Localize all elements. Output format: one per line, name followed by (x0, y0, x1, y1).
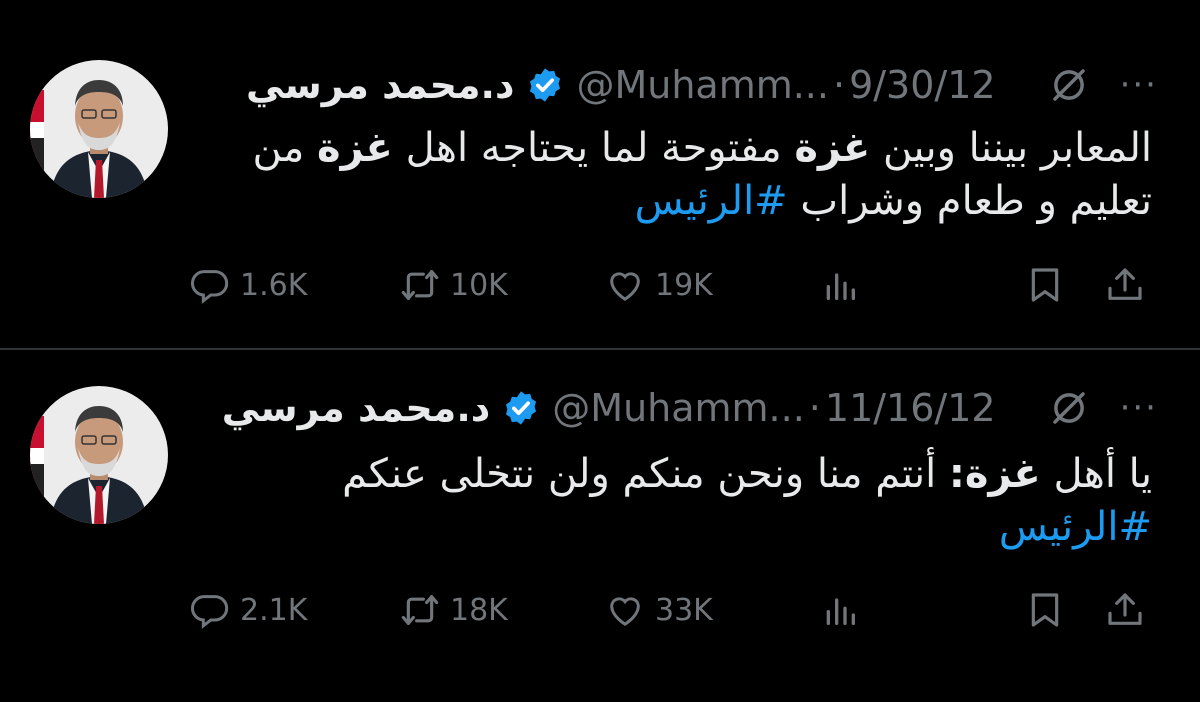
tweet-date[interactable]: 9/30/12 (849, 63, 996, 107)
author-name[interactable]: د.محمد مرسي (222, 386, 491, 430)
tweet-text: المعابر بيننا وبين غزة مفتوحة لما يحتاجه… (205, 122, 1152, 228)
views-button[interactable] (820, 585, 860, 635)
tweet-date[interactable]: 11/16/12 (825, 386, 996, 430)
separator-dot: · (808, 386, 821, 430)
like-count: 19K (655, 267, 713, 303)
share-icon (1105, 265, 1145, 305)
text-bold: غزة: (948, 451, 1041, 497)
grok-icon[interactable] (1048, 64, 1090, 106)
verified-badge-icon (526, 66, 564, 104)
reply-button[interactable]: 2.1K (190, 585, 307, 635)
tweet-1[interactable]: د.محمد مرسي @Muhamm... · 9/30/12 ··· الم… (0, 0, 1200, 348)
text-segment: تعليم و طعام وشراب (787, 178, 1152, 224)
reply-icon (190, 590, 230, 630)
retweet-icon (400, 265, 440, 305)
retweet-count: 10K (450, 267, 508, 303)
tweet-header: د.محمد مرسي @Muhamm... · 9/30/12 ··· (236, 60, 1158, 110)
more-icon[interactable]: ··· (1120, 65, 1158, 105)
author-handle[interactable]: @Muhamm... (552, 386, 805, 430)
text-bold: غزة (317, 125, 393, 171)
text-segment: من (252, 125, 318, 171)
action-bar: 2.1K 18K 33K (190, 585, 1170, 635)
tweet-text: يا أهل غزة: أنتم منا ونحن منكم ولن نتخلى… (205, 448, 1152, 554)
text-segment: مفتوحة لما يحتاجه اهل (392, 125, 795, 171)
like-icon (605, 590, 645, 630)
tweet-2[interactable]: د.محمد مرسي @Muhamm... · 11/16/12 ··· يا… (0, 350, 1200, 702)
views-button[interactable] (820, 260, 860, 310)
text-segment: أنتم منا ونحن منكم ولن نتخلى عنكم (342, 451, 949, 497)
tweet-header: د.محمد مرسي @Muhamm... · 11/16/12 ··· (212, 383, 1158, 433)
text-segment: المعابر بيننا وبين (870, 125, 1152, 171)
author-handle[interactable]: @Muhamm... (576, 63, 829, 107)
retweet-button[interactable]: 18K (400, 585, 508, 635)
text-bold: غزة (794, 125, 871, 171)
reply-button[interactable]: 1.6K (190, 260, 307, 310)
views-icon (820, 265, 860, 305)
avatar[interactable] (30, 386, 168, 524)
more-icon[interactable]: ··· (1120, 388, 1158, 428)
bookmark-button[interactable] (1025, 260, 1065, 310)
share-button[interactable] (1105, 260, 1145, 310)
author-name[interactable]: د.محمد مرسي (246, 63, 515, 107)
hashtag-link[interactable]: #الرئيس (635, 178, 788, 224)
separator-dot: · (832, 63, 846, 107)
avatar[interactable] (30, 60, 168, 198)
reply-icon (190, 265, 230, 305)
bookmark-button[interactable] (1025, 585, 1065, 635)
like-icon (605, 265, 645, 305)
bookmark-icon (1025, 590, 1065, 630)
like-button[interactable]: 19K (605, 260, 713, 310)
views-icon (820, 590, 860, 630)
share-button[interactable] (1105, 585, 1145, 635)
like-count: 33K (655, 592, 713, 628)
like-button[interactable]: 33K (605, 585, 713, 635)
reply-count: 1.6K (240, 267, 308, 303)
hashtag-link[interactable]: #الرئيس (999, 504, 1152, 550)
bookmark-icon (1025, 265, 1065, 305)
verified-badge-icon (502, 389, 540, 427)
reply-count: 2.1K (240, 592, 308, 628)
grok-icon[interactable] (1048, 387, 1090, 429)
retweet-count: 18K (450, 592, 508, 628)
share-icon (1105, 590, 1145, 630)
retweet-icon (400, 590, 440, 630)
retweet-button[interactable]: 10K (400, 260, 508, 310)
text-segment: يا أهل (1040, 451, 1152, 497)
action-bar: 1.6K 10K 19K (190, 260, 1170, 310)
